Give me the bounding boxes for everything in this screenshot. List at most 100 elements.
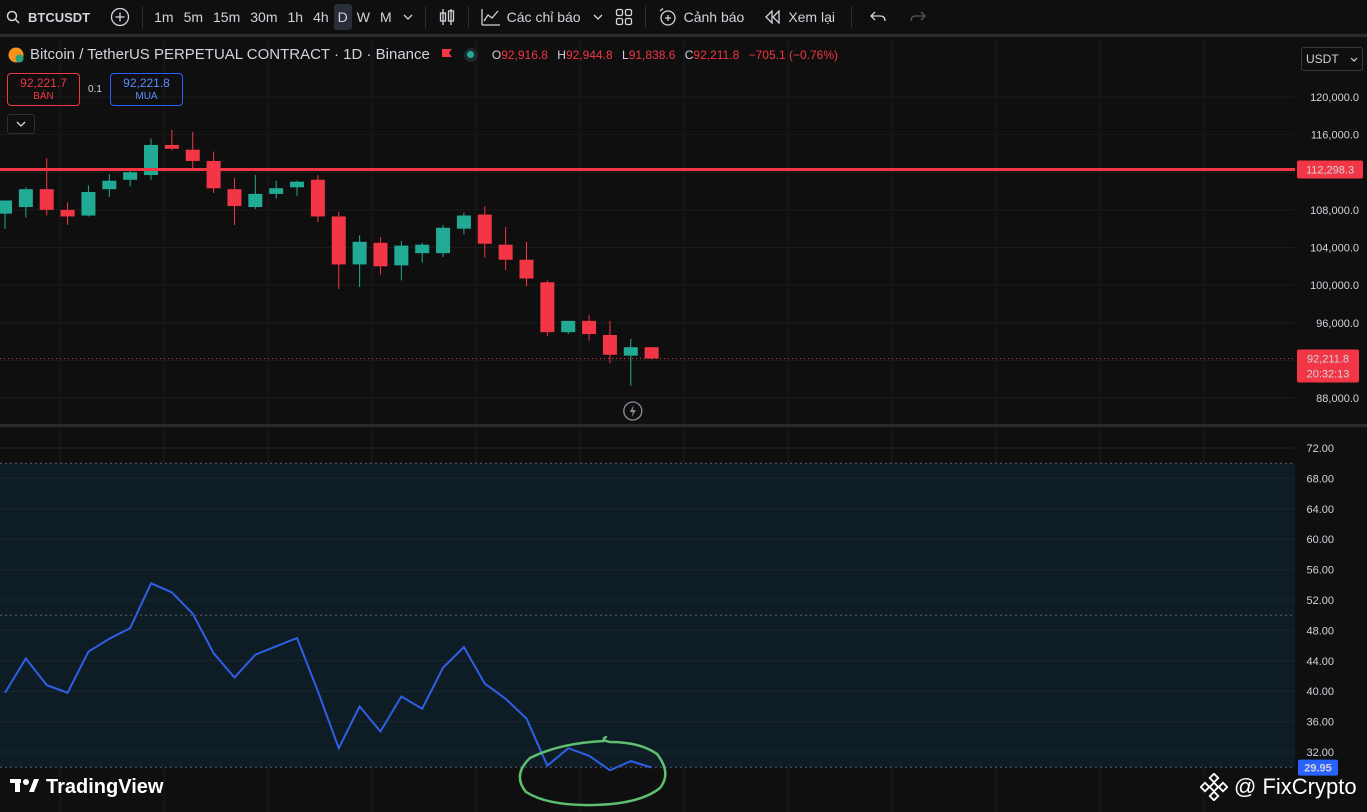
candle-body	[39, 189, 54, 210]
candle-body	[623, 347, 638, 356]
pane-separator	[0, 424, 1367, 427]
price-axis-label: 100,000.0	[1310, 280, 1359, 292]
timeframe-d[interactable]: D	[333, 4, 352, 30]
replay-label: Xem lại	[788, 9, 835, 25]
chart-legend: Bitcoin / TetherUS PERPETUAL CONTRACT · …	[8, 46, 838, 63]
candle-body	[540, 282, 555, 333]
indicators-dropdown[interactable]	[587, 0, 609, 36]
candle-body	[81, 192, 96, 216]
sell-button[interactable]: 92,221.7 BÁN	[7, 73, 80, 106]
candle-body	[206, 160, 221, 189]
undo-icon	[870, 11, 886, 22]
price-axis-label: 116,000.0	[1311, 130, 1359, 142]
symbol-label: BTCUSDT	[28, 9, 91, 25]
candle-body	[352, 241, 367, 265]
timeframe-30m[interactable]: 30m	[245, 0, 282, 36]
price-axis-label: 108,000.0	[1310, 205, 1359, 217]
buy-price: 92,221.8	[123, 76, 170, 90]
rsi-axis-label: 36.00	[1306, 717, 1334, 729]
flag-icon[interactable]	[440, 48, 454, 62]
bitcoin-logo-icon	[8, 47, 24, 62]
last-price-label: 92,211.8	[1307, 353, 1349, 365]
indicators-label: Các chỉ báo	[506, 9, 581, 25]
currency-label: USDT	[1306, 52, 1339, 66]
candle-body	[269, 188, 284, 194]
timeframe-15m[interactable]: 15m	[208, 0, 245, 36]
rsi-axis-label: 64.00	[1306, 504, 1334, 516]
alert-button[interactable]: Cảnh báo	[652, 0, 751, 36]
candle-body	[519, 259, 534, 279]
chevron-down-icon	[593, 14, 603, 20]
rsi-axis-label: 72.00	[1306, 443, 1334, 455]
chart-type-button[interactable]	[432, 0, 462, 36]
rsi-axis-label: 48.00	[1306, 625, 1334, 637]
indicators-button[interactable]: Các chỉ báo	[475, 0, 587, 36]
close-value: 92,211.8	[693, 47, 740, 62]
low-value: 91,838.6	[628, 47, 676, 62]
rsi-axis-label: 44.00	[1306, 656, 1334, 668]
plus-circle-icon	[110, 7, 130, 27]
candle-body	[310, 179, 325, 217]
undo-button[interactable]	[864, 0, 892, 36]
candle-body	[227, 189, 242, 207]
candle-body	[456, 215, 471, 229]
candle-body	[0, 200, 12, 214]
price-axis-label: 104,000.0	[1310, 243, 1359, 255]
redo-icon	[910, 11, 926, 22]
high-value: 92,944.8	[565, 47, 613, 62]
timeframe-m[interactable]: M	[375, 0, 397, 36]
timeframe-1h[interactable]: 1h	[282, 0, 308, 36]
chart-area[interactable]: 120,000.0 116,000.0 108,000.0 104,000.0 100,…	[0, 40, 1367, 812]
open-key: O	[491, 47, 502, 62]
symbol-search[interactable]: BTCUSDT	[0, 0, 96, 36]
templates-button[interactable]	[609, 0, 639, 36]
candle	[436, 224, 451, 257]
price-axis-label: 96,000.0	[1316, 318, 1359, 330]
ohlc-values: O92,916.8 H92,944.8 L91,838.6 C92,211.8 …	[486, 48, 838, 62]
high-key: H	[557, 47, 566, 62]
buy-button[interactable]: 92,221.8 MUA	[110, 73, 183, 106]
collapse-legend-button[interactable]	[7, 114, 35, 134]
buy-label: MUA	[135, 91, 158, 102]
compare-symbol-button[interactable]	[104, 0, 136, 36]
candle-body	[373, 242, 388, 267]
timeframe-1m[interactable]: 1m	[149, 0, 178, 36]
candle-body	[394, 245, 409, 266]
toolbar-divider	[142, 6, 144, 28]
indicators-icon	[481, 9, 500, 26]
candle	[540, 280, 555, 336]
sell-price: 92,221.7	[20, 76, 67, 90]
currency-select[interactable]: USDT	[1301, 47, 1363, 71]
timeframe-5m[interactable]: 5m	[179, 0, 208, 36]
candle-body	[498, 244, 513, 260]
toolbar-divider	[851, 6, 852, 28]
alert-label: Cảnh báo	[683, 9, 745, 25]
candle-body	[331, 216, 346, 265]
candle-body	[561, 320, 576, 333]
timeframe-4h[interactable]: 4h	[308, 0, 334, 36]
symbol-title: Bitcoin / TetherUS PERPETUAL CONTRACT · …	[30, 46, 430, 63]
toolbar-divider	[467, 6, 469, 28]
candle-body	[102, 180, 117, 190]
candle-body	[602, 334, 617, 355]
chevron-down-icon	[403, 14, 413, 20]
open-value: 92,916.8	[501, 47, 548, 62]
sell-label: BÁN	[33, 91, 54, 102]
change-value: −705.1 (−0.76%)	[748, 47, 838, 62]
rsi-axis-label: 56.00	[1306, 565, 1334, 577]
rsi-axis-label: 60.00	[1306, 534, 1334, 546]
tradingview-logo[interactable]: TradingView	[10, 776, 163, 799]
price-axis-label: 120,000.0	[1310, 92, 1359, 104]
timeframe-w[interactable]: W	[352, 0, 375, 36]
alarm-clock-icon	[659, 8, 676, 26]
candle-body	[164, 144, 179, 149]
tradingview-logo-icon	[10, 776, 40, 799]
candle	[644, 347, 659, 360]
watermark-label: @ FixCrypto	[1234, 774, 1357, 799]
timeframe-dropdown[interactable]	[397, 0, 419, 36]
order-quantity[interactable]: 0.1	[88, 84, 102, 95]
redo-button[interactable]	[904, 0, 932, 36]
replay-button[interactable]: Xem lại	[758, 0, 841, 36]
top-toolbar: BTCUSDT 1m 5m 15m 30m 1h 4h D W M Các ch…	[0, 0, 1367, 37]
candle-body	[436, 227, 451, 254]
